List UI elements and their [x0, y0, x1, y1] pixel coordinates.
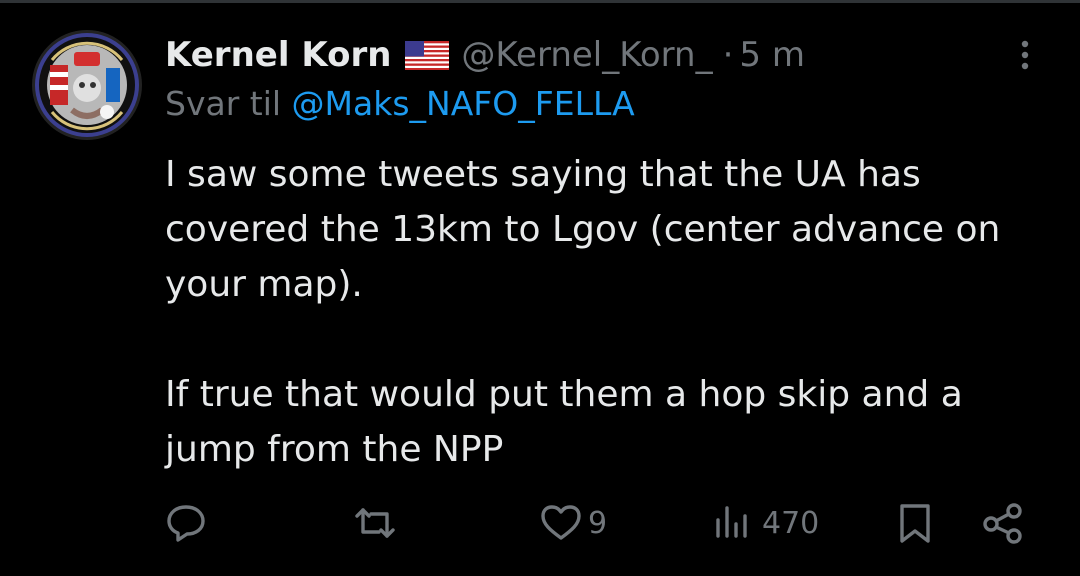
retweet-icon [355, 508, 395, 538]
tweet-paragraph-2: If true that would put them a hop skip a… [165, 374, 963, 470]
us-flag-icon [405, 40, 450, 70]
share-icon [983, 503, 1022, 544]
views-bar-icon [716, 506, 747, 538]
more-options-button[interactable] [1010, 36, 1040, 76]
like-count: 9 [588, 505, 608, 541]
reply-mention-link[interactable]: @Maks_NAFO_FELLA [292, 84, 635, 123]
like-button[interactable]: 9 [538, 495, 607, 551]
tweet-timestamp[interactable]: 5 m [739, 35, 805, 75]
comment-icon [167, 505, 205, 542]
bookmark-button[interactable] [892, 495, 938, 551]
tweet-text: I saw some tweets saying that the UA has… [165, 147, 1055, 477]
reply-button[interactable] [163, 495, 209, 551]
author-handle[interactable]: @Kernel_Korn_ [461, 35, 712, 75]
top-divider [0, 0, 1080, 3]
tweet-header: Kernel Korn @Kernel_Korn_ · 5 m [165, 30, 805, 80]
author-display-name[interactable]: Kernel Korn [165, 35, 391, 75]
bookmark-icon [900, 504, 930, 543]
more-vertical-icon [1021, 40, 1029, 70]
share-button[interactable] [980, 495, 1026, 551]
action-bar: 9 470 [0, 495, 1080, 555]
retweet-button[interactable] [352, 495, 398, 551]
reply-context: Svar til @Maks_NAFO_FELLA [165, 84, 635, 123]
nafo-badge-avatar-image [32, 30, 142, 140]
heart-icon [541, 505, 581, 540]
tweet-paragraph-1: I saw some tweets saying that the UA has… [165, 154, 1001, 305]
views-button[interactable]: 470 [712, 495, 819, 551]
views-count: 470 [762, 505, 820, 541]
avatar[interactable] [32, 30, 142, 140]
header-separator: · [722, 35, 734, 75]
reply-prefix: Svar til [165, 84, 282, 123]
